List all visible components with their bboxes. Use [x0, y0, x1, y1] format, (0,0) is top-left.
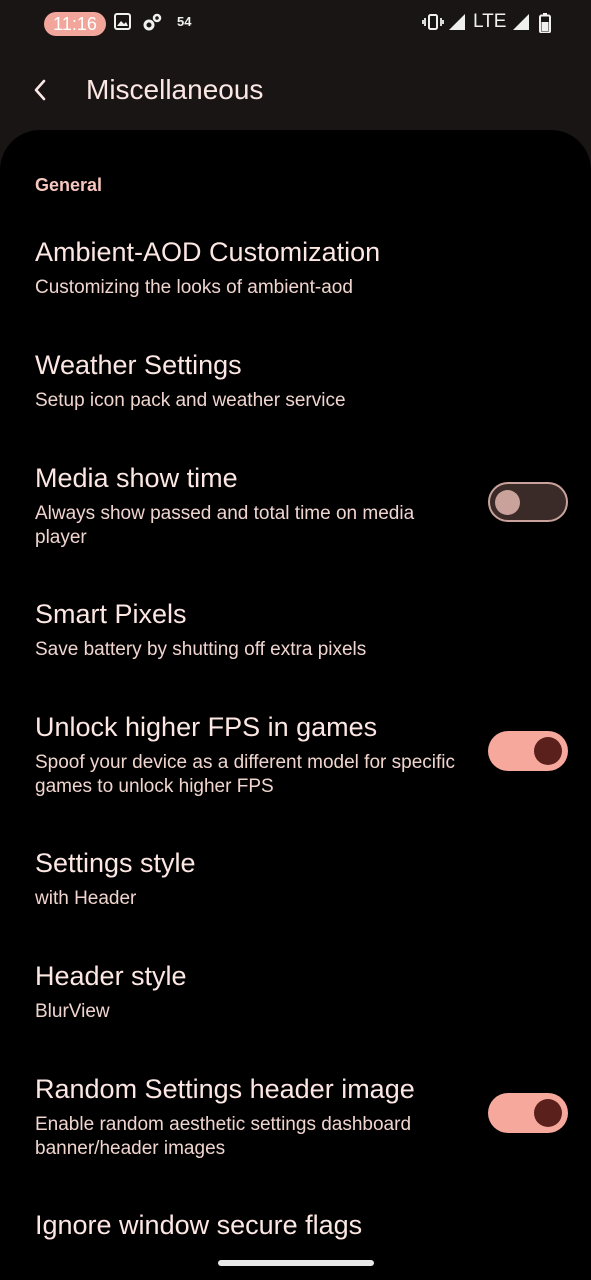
pref-header-style[interactable]: Header style BlurView	[0, 960, 591, 1040]
pref-summary: Customizing the looks of ambient-aod	[35, 277, 353, 298]
toggle-knob	[534, 1099, 562, 1127]
pref-unlock-fps[interactable]: Unlock higher FPS in games Spoof your de…	[0, 711, 591, 811]
pref-title: Header style	[35, 961, 187, 991]
pref-ambient-aod[interactable]: Ambient-AOD Customization Customizing th…	[0, 236, 591, 316]
notification-count: 54	[177, 14, 192, 29]
pref-random-header-image[interactable]: Random Settings header image Enable rand…	[0, 1073, 591, 1173]
pref-title: Random Settings header image	[35, 1074, 415, 1104]
pref-weather-settings[interactable]: Weather Settings Setup icon pack and wea…	[0, 349, 591, 429]
pref-title: Media show time	[35, 463, 238, 493]
pref-title: Unlock higher FPS in games	[35, 712, 378, 742]
pref-title: Ambient-AOD Customization	[35, 237, 381, 267]
pref-smart-pixels[interactable]: Smart Pixels Save battery by shutting of…	[0, 598, 591, 678]
pref-summary: BlurView	[35, 1001, 110, 1022]
network-type: LTE	[473, 11, 507, 32]
signal-icon	[512, 13, 530, 36]
pref-title: Weather Settings	[35, 350, 242, 380]
pref-title: Settings style	[35, 848, 196, 878]
pref-summary: Save battery by shutting off extra pixel…	[35, 639, 367, 660]
pref-summary: Setup icon pack and weather service	[35, 390, 346, 411]
pref-settings-style[interactable]: Settings style with Header	[0, 847, 591, 927]
pref-summary: Always show passed and total time on med…	[35, 503, 415, 548]
chevron-left-icon	[34, 79, 46, 101]
pref-title: Ignore window secure flags	[35, 1210, 363, 1240]
pref-summary: Enable random aesthetic settings dashboa…	[35, 1114, 412, 1159]
settings-list: General Ambient-AOD Customization Custom…	[0, 130, 591, 1280]
toggle-knob	[495, 490, 520, 515]
section-header: General	[35, 175, 103, 195]
home-indicator[interactable]	[218, 1260, 374, 1266]
gallery-icon	[114, 13, 131, 35]
pref-title: Smart Pixels	[35, 599, 187, 629]
toggle-knob	[534, 737, 562, 765]
pref-summary: Spoof your device as a different model f…	[35, 752, 455, 797]
random-header-image-toggle[interactable]	[488, 1093, 568, 1133]
status-time: 11:16	[44, 12, 106, 36]
battery-icon	[539, 13, 551, 38]
settings-gear-icon	[143, 13, 163, 36]
toolbar: Miscellaneous	[0, 48, 591, 132]
settings-screen: 11:16 54 LTE Miscellaneous General Ambie…	[0, 0, 591, 1280]
back-button[interactable]	[22, 72, 58, 108]
vibrate-icon	[422, 13, 444, 36]
pref-summary: with Header	[35, 888, 137, 909]
media-show-time-toggle[interactable]	[488, 482, 568, 522]
page-title: Miscellaneous	[86, 74, 264, 105]
pref-media-show-time[interactable]: Media show time Always show passed and t…	[0, 462, 591, 562]
signal-icon	[448, 13, 466, 36]
status-bar: 11:16 54 LTE	[0, 0, 591, 48]
unlock-fps-toggle[interactable]	[488, 731, 568, 771]
